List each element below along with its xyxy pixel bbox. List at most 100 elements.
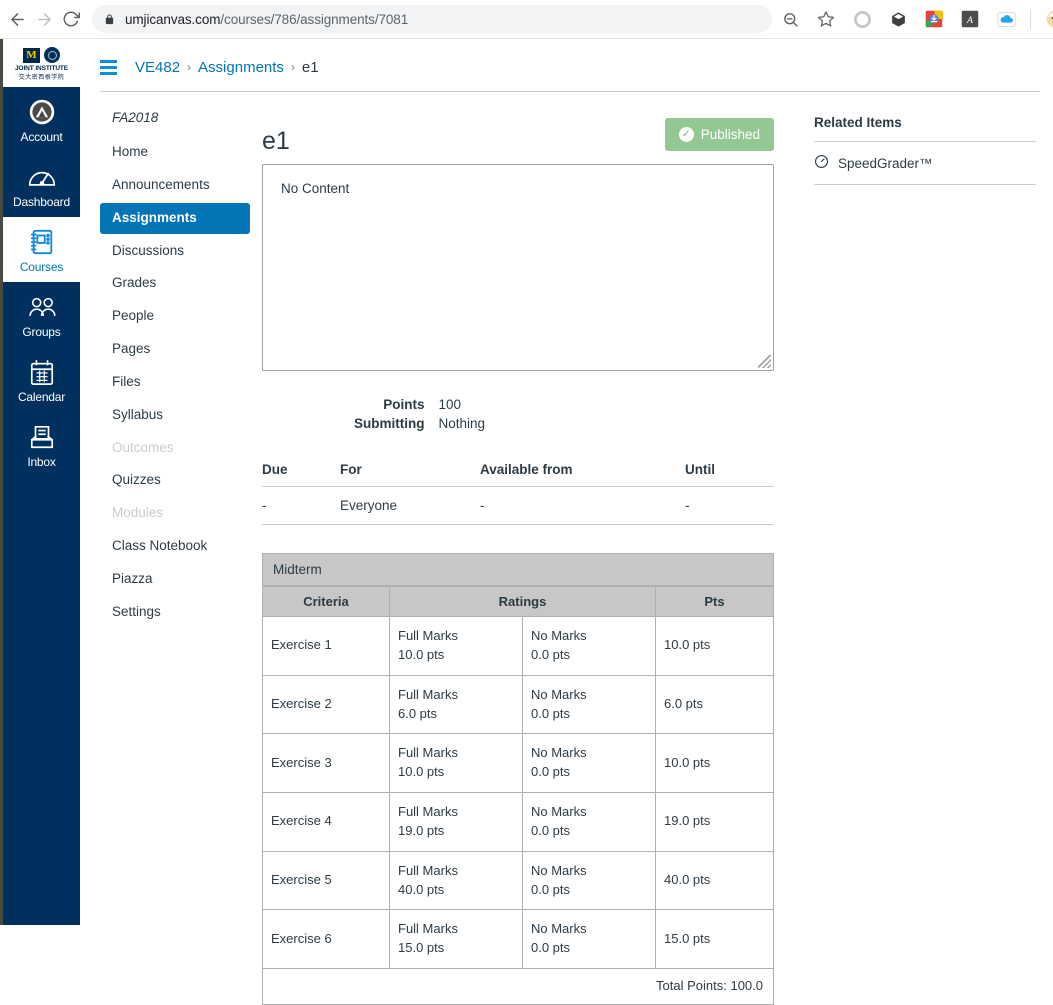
- due-cell-until: -: [685, 487, 774, 525]
- rubric-rating-full: Full Marks15.0 pts: [390, 910, 523, 969]
- resize-handle[interactable]: [758, 355, 771, 368]
- breadcrumb-course[interactable]: VE482: [135, 59, 180, 76]
- table-row: Exercise 5 Full Marks40.0 pts No Marks0.…: [263, 851, 774, 910]
- rubric-rating-full-label: Full Marks: [398, 686, 514, 705]
- rubric-header-criteria: Criteria: [263, 587, 390, 617]
- due-table-header-row: Due For Available from Until: [262, 458, 774, 487]
- rubric-rating-none: No Marks0.0 pts: [523, 675, 656, 734]
- address-bar[interactable]: umjicanvas.com/courses/786/assignments/7…: [92, 5, 772, 33]
- publish-status-label: Published: [701, 127, 760, 142]
- course-nav-item-grades[interactable]: Grades: [100, 268, 250, 299]
- global-nav-item-dashboard[interactable]: Dashboard: [3, 152, 80, 217]
- rubric-rating-full-pts: 10.0 pts: [398, 763, 514, 782]
- logo-line-1: JOINT INSTITUTE: [15, 65, 68, 72]
- global-nav-item-account[interactable]: Account: [3, 87, 80, 152]
- toolbar-icons: A: [772, 6, 1053, 32]
- due-table-body: - Everyone - -: [262, 487, 774, 525]
- zoom-out-icon[interactable]: [777, 6, 803, 32]
- course-nav-item-discussions[interactable]: Discussions: [100, 236, 250, 267]
- rubric-rating-full-label: Full Marks: [398, 920, 514, 939]
- publish-status-button[interactable]: ✓ Published: [665, 118, 774, 151]
- breadcrumb-current: e1: [302, 59, 319, 76]
- course-nav-item-people[interactable]: People: [100, 301, 250, 332]
- course-nav-item-quizzes[interactable]: Quizzes: [100, 465, 250, 496]
- due-header-due: Due: [262, 458, 340, 487]
- due-dates-table: Due For Available from Until - Everyone …: [262, 458, 774, 525]
- rubric-rating-none-label: No Marks: [531, 803, 647, 822]
- course-nav-item-home[interactable]: Home: [100, 137, 250, 168]
- breadcrumb-assignments[interactable]: Assignments: [198, 59, 284, 76]
- course-nav-item-files[interactable]: Files: [100, 367, 250, 398]
- rubric-table: Criteria Ratings Pts Exercise 1 Full Mar…: [262, 586, 774, 1005]
- course-nav-item-pages[interactable]: Pages: [100, 334, 250, 365]
- global-nav-label-inbox: Inbox: [27, 455, 55, 469]
- star-icon[interactable]: [813, 6, 839, 32]
- rubric-rating-none: No Marks0.0 pts: [523, 617, 656, 676]
- course-nav-item-announcements[interactable]: Announcements: [100, 170, 250, 201]
- rubric-criteria: Exercise 6: [263, 910, 390, 969]
- rubric-header-pts: Pts: [656, 587, 774, 617]
- related-items-title: Related Items: [814, 115, 1036, 142]
- translate-icon[interactable]: A: [957, 6, 983, 32]
- cube-extension-icon[interactable]: [885, 6, 911, 32]
- course-nav-item-settings[interactable]: Settings: [100, 597, 250, 628]
- course-nav-item-syllabus[interactable]: Syllabus: [100, 400, 250, 431]
- lock-icon: [104, 13, 115, 26]
- course-nav-item-class-notebook[interactable]: Class Notebook: [100, 531, 250, 562]
- rubric-title: Midterm: [262, 553, 774, 586]
- hamburger-menu-icon[interactable]: [100, 60, 117, 75]
- rubric-pts: 40.0 pts: [656, 851, 774, 910]
- global-nav-item-inbox[interactable]: Inbox: [3, 412, 80, 477]
- breadcrumb-separator-2: ›: [291, 60, 295, 74]
- rubric-rating-none-label: No Marks: [531, 920, 647, 939]
- global-nav-label-calendar: Calendar: [18, 390, 65, 404]
- global-nav-label-dashboard: Dashboard: [13, 195, 70, 209]
- course-nav-item-outcomes[interactable]: Outcomes: [100, 433, 250, 464]
- meta-value-points: 100: [439, 395, 486, 414]
- profile-avatar-icon[interactable]: [1042, 6, 1053, 32]
- course-nav-item-assignments[interactable]: Assignments: [100, 203, 250, 234]
- rubric-total-row: Total Points: 100.0: [263, 969, 774, 1005]
- dashboard-icon: [28, 162, 56, 192]
- rubric-rating-full: Full Marks6.0 pts: [390, 675, 523, 734]
- global-nav-item-groups[interactable]: Groups: [3, 282, 80, 347]
- table-row: Exercise 6 Full Marks15.0 pts No Marks0.…: [263, 910, 774, 969]
- rubric-pts: 10.0 pts: [656, 617, 774, 676]
- due-table-head: Due For Available from Until: [262, 458, 774, 487]
- rubric-criteria: Exercise 1: [263, 617, 390, 676]
- account-avatar-icon: [28, 97, 56, 127]
- rubric-rating-none: No Marks0.0 pts: [523, 793, 656, 852]
- breadcrumb-divider: [100, 91, 1040, 92]
- calendar-icon: [29, 357, 55, 387]
- global-nav-label-courses: Courses: [20, 260, 63, 274]
- logo-line-2: 交大密西根学院: [19, 72, 65, 81]
- groups-people-icon: [27, 292, 57, 322]
- global-nav-item-courses[interactable]: Courses: [3, 217, 80, 282]
- ji-institute-logo[interactable]: M JOINT INSTITUTE 交大密西根学院: [3, 39, 80, 87]
- forward-arrow-icon[interactable]: [35, 4, 54, 34]
- inbox-tray-icon: [29, 422, 55, 452]
- check-circle-icon: ✓: [679, 127, 694, 142]
- course-nav-item-modules[interactable]: Modules: [100, 498, 250, 529]
- course-nav-item-piazza[interactable]: Piazza: [100, 564, 250, 595]
- table-row: - Everyone - -: [262, 487, 774, 525]
- related-item-speedgrader[interactable]: SpeedGrader™: [814, 142, 1036, 185]
- meta-row-points: Points 100: [354, 395, 485, 414]
- content-header: VE482 › Assignments › e1: [100, 48, 1040, 86]
- rubric-rating-full-pts: 6.0 pts: [398, 705, 514, 724]
- circle-extension-icon[interactable]: [849, 6, 875, 32]
- rubric-rating-none: No Marks0.0 pts: [523, 734, 656, 793]
- global-nav-label-groups: Groups: [22, 325, 60, 339]
- course-term-label: FA2018: [100, 110, 250, 125]
- onedrive-icon[interactable]: [993, 6, 1019, 32]
- due-header-until: Until: [685, 458, 774, 487]
- chrome-download-icon[interactable]: [921, 6, 947, 32]
- assignment-title-row: e1 ✓ Published: [262, 118, 774, 156]
- table-row: Exercise 4 Full Marks19.0 pts No Marks0.…: [263, 793, 774, 852]
- reload-icon[interactable]: [62, 4, 80, 34]
- global-nav-item-calendar[interactable]: Calendar: [3, 347, 80, 412]
- assignment-description-box[interactable]: No Content: [262, 164, 774, 371]
- rubric-rating-none-pts: 0.0 pts: [531, 763, 647, 782]
- back-arrow-icon[interactable]: [8, 4, 27, 34]
- rubric-criteria: Exercise 3: [263, 734, 390, 793]
